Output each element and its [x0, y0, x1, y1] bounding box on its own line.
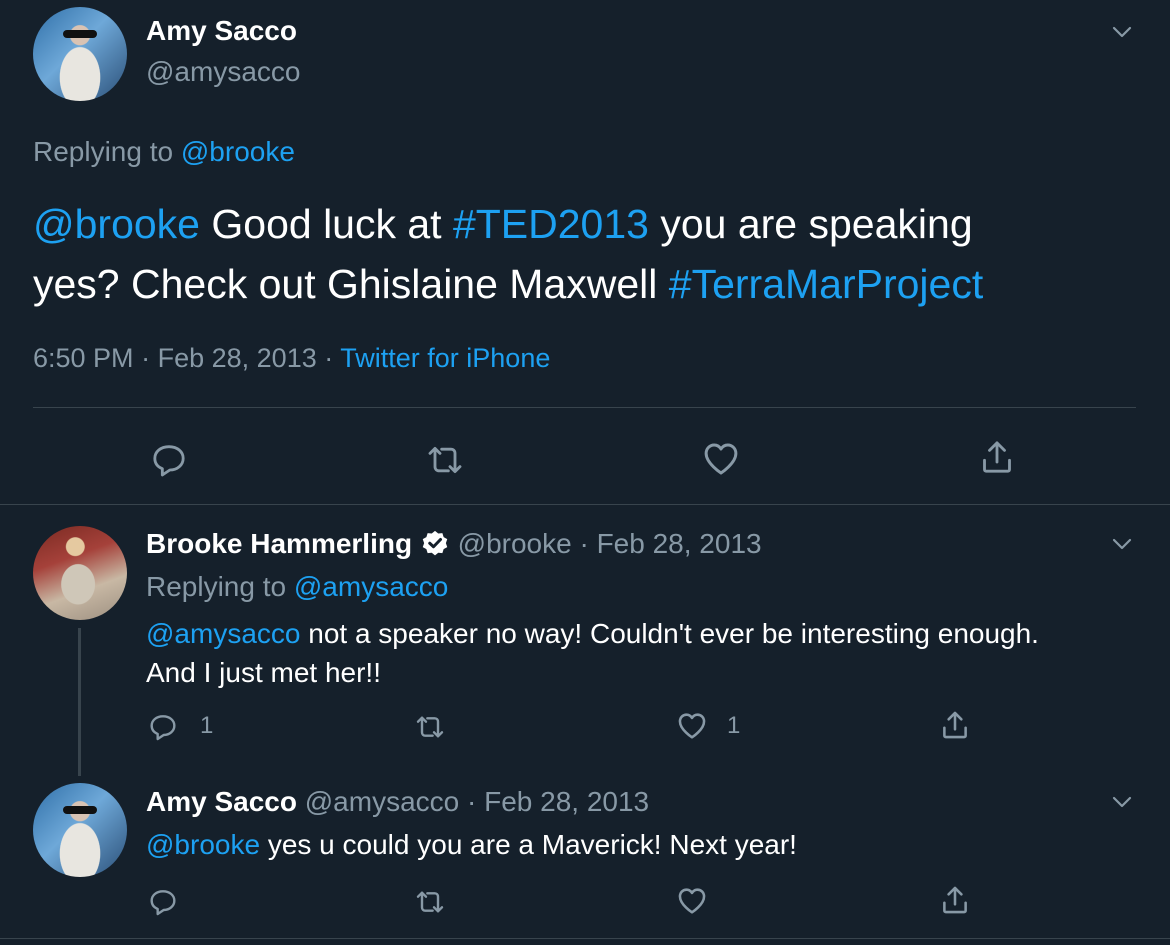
tweet-text: @brooke Good luck at #TED2013 you are sp…	[33, 194, 983, 314]
tweet-date[interactable]: Feb 28, 2013	[484, 786, 649, 817]
mention-link[interactable]: @brooke	[33, 201, 200, 247]
reply-icon[interactable]	[149, 440, 189, 480]
replying-to-label: Replying to	[33, 136, 174, 167]
chevron-down-icon[interactable]	[1110, 532, 1134, 556]
tweet-text-part: not a speaker no way! Couldn't ever be i…	[300, 618, 1039, 649]
share-icon[interactable]	[977, 437, 1017, 477]
reply-header: Amy Sacco @amysacco · Feb 28, 2013	[146, 786, 649, 818]
meta-separator: ·	[324, 343, 334, 373]
divider	[33, 407, 1136, 408]
reply-header: Brooke Hammerling @brooke · Feb 28, 2013	[146, 528, 762, 560]
tweet-date[interactable]: Feb 28, 2013	[597, 528, 762, 559]
retweet-icon[interactable]	[412, 711, 448, 743]
heart-icon[interactable]	[675, 709, 709, 743]
mention-link[interactable]: @brooke	[146, 829, 260, 860]
tweet-text-part: yes u could you are a Maverick! Next yea…	[260, 829, 797, 860]
replying-to-label: Replying to	[146, 571, 287, 602]
hashtag-link[interactable]: #TerraMarProject	[669, 261, 983, 307]
author-handle[interactable]: @brooke	[458, 528, 572, 559]
avatar-amy-sacco[interactable]	[33, 7, 127, 101]
divider	[0, 504, 1170, 505]
author-name[interactable]: Amy Sacco	[146, 786, 297, 817]
meta-separator: ·	[579, 528, 589, 559]
avatar-amy-sacco[interactable]	[33, 783, 127, 877]
tweet-text-part: Good luck at	[199, 201, 453, 247]
thread-line	[78, 628, 81, 776]
share-icon[interactable]	[938, 708, 972, 742]
reply-count: 1	[200, 712, 214, 739]
tweet-date[interactable]: Feb 28, 2013	[158, 343, 317, 373]
like-count: 1	[727, 712, 741, 739]
heart-icon[interactable]	[675, 884, 709, 918]
replying-to-link[interactable]: @brooke	[181, 136, 295, 167]
replying-to: Replying to @brooke	[33, 136, 295, 168]
author-name[interactable]: Brooke Hammerling	[146, 528, 412, 559]
mention-link[interactable]: @amysacco	[146, 618, 300, 649]
retweet-icon[interactable]	[412, 886, 448, 918]
reply-icon[interactable]	[147, 711, 179, 743]
verified-badge-icon	[422, 530, 448, 556]
reply-icon[interactable]	[147, 886, 179, 918]
tweet-text-part: yes? Check out Ghislaine Maxwell	[33, 261, 669, 307]
tweet-text-part: And I just met her!!	[146, 657, 381, 688]
author-name[interactable]: Amy Sacco	[146, 15, 297, 47]
chevron-down-icon[interactable]	[1110, 20, 1134, 44]
heart-icon[interactable]	[700, 438, 742, 480]
hashtag-link[interactable]: #TED2013	[453, 201, 649, 247]
avatar-brooke-hammerling[interactable]	[33, 526, 127, 620]
tweet-text: @amysacco not a speaker no way! Couldn't…	[146, 614, 1039, 692]
meta-separator: ·	[141, 343, 151, 373]
replying-to: Replying to @amysacco	[146, 571, 448, 603]
chevron-down-icon[interactable]	[1110, 790, 1134, 814]
share-icon[interactable]	[938, 883, 972, 917]
author-handle[interactable]: @amysacco	[146, 56, 300, 88]
tweet-text-part: you are speaking	[648, 201, 973, 247]
tweet-meta: 6:50 PM · Feb 28, 2013 · Twitter for iPh…	[33, 343, 550, 374]
tweet-text: @brooke yes u could you are a Maverick! …	[146, 829, 797, 861]
replying-to-link[interactable]: @amysacco	[294, 571, 448, 602]
tweet-source-link[interactable]: Twitter for iPhone	[340, 343, 550, 373]
divider	[0, 938, 1170, 939]
meta-separator: ·	[467, 786, 477, 817]
author-handle[interactable]: @amysacco	[305, 786, 459, 817]
retweet-icon[interactable]	[423, 440, 467, 480]
tweet-time[interactable]: 6:50 PM	[33, 343, 134, 373]
